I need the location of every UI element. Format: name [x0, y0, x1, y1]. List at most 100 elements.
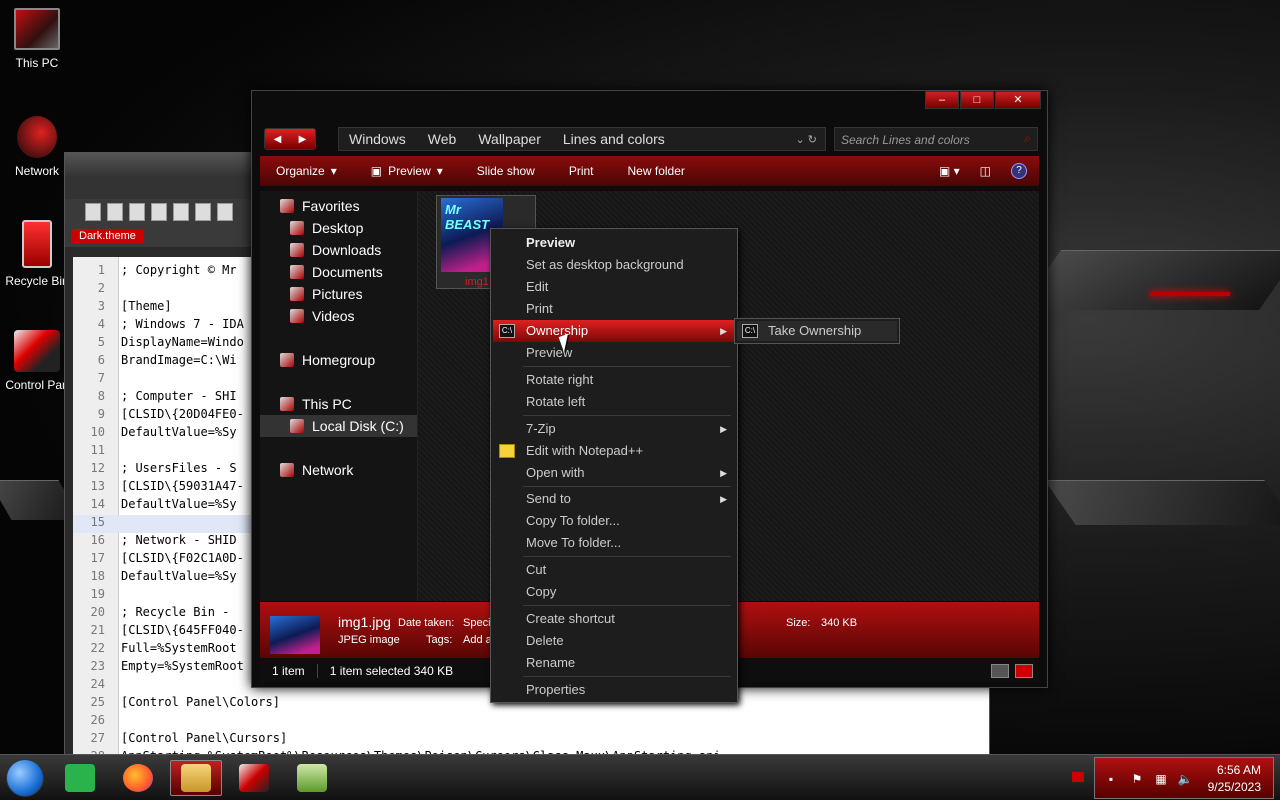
line-number: 2 — [97, 281, 105, 295]
taskbar-control-panel[interactable] — [228, 760, 280, 796]
menu-item-ownership[interactable]: C:\ Ownership ▶ — [493, 320, 735, 342]
desktop-icon-network[interactable]: Network — [0, 116, 74, 178]
line-number: 21 — [90, 623, 105, 637]
view-options-icon[interactable]: ▣ ▾ — [939, 164, 960, 178]
menu-item-copy-to-folder[interactable]: Copy To folder... — [493, 510, 735, 532]
minimize-button[interactable]: ‒ — [925, 91, 959, 109]
forward-arrow-icon[interactable]: ▶ — [299, 134, 307, 145]
taskbar-explorer[interactable] — [170, 760, 222, 796]
menu-item-7zip[interactable]: 7-Zip ▶ — [493, 418, 735, 440]
open-file-icon[interactable] — [107, 203, 123, 221]
folder-icon — [181, 764, 211, 792]
search-icon[interactable]: ⌕ — [1024, 131, 1031, 146]
volume-icon[interactable]: 🔈 — [1177, 772, 1193, 786]
menu-item-set-background[interactable]: Set as desktop background — [493, 254, 735, 276]
menu-item-take-ownership[interactable]: C:\ Take Ownership — [737, 321, 897, 341]
breadcrumb[interactable]: Windows Web Wallpaper Lines and colors ⌄… — [338, 127, 826, 151]
nav-item-desktop[interactable]: Desktop — [260, 217, 417, 239]
start-button[interactable] — [6, 759, 44, 797]
breadcrumb-wallpaper[interactable]: Wallpaper — [478, 131, 541, 147]
organize-button[interactable]: Organize ▾ — [276, 164, 337, 178]
nav-label: Network — [302, 462, 354, 478]
slideshow-button[interactable]: Slide show — [477, 164, 535, 178]
tags-value[interactable]: Add a — [463, 634, 492, 646]
menu-label: Ownership — [526, 323, 589, 338]
line-number: 18 — [90, 569, 105, 583]
nav-item-documents[interactable]: Documents — [260, 261, 417, 283]
line-text: DefaultValue=%Sy — [121, 425, 237, 439]
thumbnail-view-icon[interactable] — [1015, 664, 1033, 678]
menu-item-cut[interactable]: Cut — [493, 559, 735, 581]
nav-item-network[interactable]: Network — [260, 459, 417, 481]
new-folder-button[interactable]: New folder — [628, 164, 685, 178]
tab-label[interactable]: Dark.theme — [71, 229, 144, 243]
breadcrumb-lines-and-colors[interactable]: Lines and colors — [563, 131, 665, 147]
clock[interactable]: 6:56 AM 9/25/2023 — [1208, 762, 1261, 796]
menu-item-edit[interactable]: Edit — [493, 276, 735, 298]
nav-item-pictures[interactable]: Pictures — [260, 283, 417, 305]
menu-item-preview[interactable]: Preview — [493, 342, 735, 364]
breadcrumb-windows[interactable]: Windows — [349, 131, 406, 147]
desktop-icon-label: Network — [14, 164, 59, 178]
nav-item-homegroup[interactable]: Homegroup — [260, 349, 417, 371]
file-label[interactable]: img1 — [465, 276, 489, 288]
back-arrow-icon[interactable]: ◀ — [274, 134, 282, 145]
menu-item-rename[interactable]: Rename — [493, 652, 735, 674]
menu-item-create-shortcut[interactable]: Create shortcut — [493, 608, 735, 630]
taskbar-chat[interactable] — [54, 760, 106, 796]
tray-flag-icon[interactable] — [1072, 772, 1084, 782]
action-center-flag-icon[interactable]: ⚑ — [1129, 772, 1145, 786]
print-icon[interactable] — [217, 203, 233, 221]
desktop-icon-this-pc[interactable]: This PC — [0, 8, 74, 70]
menu-item-copy[interactable]: Copy — [493, 581, 735, 603]
taskbar-firefox[interactable] — [112, 760, 164, 796]
menu-item-print[interactable]: Print — [493, 298, 735, 320]
nav-item-downloads[interactable]: Downloads — [260, 239, 417, 261]
menu-item-open-with[interactable]: Open with ▶ — [493, 462, 735, 484]
nav-buttons[interactable]: ◀ ▶ — [264, 128, 316, 150]
menu-item-delete[interactable]: Delete — [493, 630, 735, 652]
menu-item-send-to[interactable]: Send to ▶ — [493, 488, 735, 510]
preview-button[interactable]: ▣ Preview ▾ — [371, 164, 443, 178]
navigation-pane: Favorites Desktop Downloads Documents Pi… — [260, 191, 418, 601]
code-line[interactable]: 26 — [73, 713, 989, 731]
menu-item-preview-default[interactable]: Preview — [493, 232, 735, 254]
nav-item-this-pc[interactable]: This PC — [260, 393, 417, 415]
preview-label: Preview — [388, 164, 431, 178]
wallpaper-shard — [1044, 480, 1280, 525]
nav-item-favorites[interactable]: Favorites — [260, 195, 417, 217]
date-taken-value[interactable]: Speci — [463, 617, 491, 629]
search-input[interactable]: Search Lines and colors ⌕ — [834, 127, 1038, 151]
tray-app-icon[interactable]: ▪ — [1103, 772, 1119, 786]
desktop-icon-control-panel[interactable]: Control Pan — [0, 330, 74, 392]
dropdown-arrow-icon: ▾ — [436, 164, 443, 178]
new-file-icon[interactable] — [85, 203, 101, 221]
code-line[interactable]: 27 [Control Panel\Cursors] — [73, 731, 989, 749]
print-button[interactable]: Print — [569, 164, 594, 178]
network-status-icon[interactable]: ▦ — [1153, 772, 1169, 786]
menu-item-rotate-left[interactable]: Rotate left — [493, 391, 735, 413]
help-icon[interactable]: ? — [1011, 163, 1027, 179]
menu-item-move-to-folder[interactable]: Move To folder... — [493, 532, 735, 554]
breadcrumb-web[interactable]: Web — [428, 131, 457, 147]
nav-item-videos[interactable]: Videos — [260, 305, 417, 327]
preview-pane-icon[interactable]: ◫ — [980, 164, 991, 178]
taskbar-notepadpp[interactable] — [286, 760, 338, 796]
menu-item-rotate-right[interactable]: Rotate right — [493, 369, 735, 391]
close-all-icon[interactable] — [195, 203, 211, 221]
maximize-button[interactable]: □ — [960, 91, 994, 109]
command-prompt-icon: C:\ — [499, 324, 515, 338]
desktop-icon-recycle-bin[interactable]: Recycle Bin — [0, 220, 74, 288]
menu-item-properties[interactable]: Properties — [493, 679, 735, 701]
close-button[interactable]: ✕ — [995, 91, 1041, 109]
details-view-icon[interactable] — [991, 664, 1009, 678]
chevron-down-icon[interactable]: ⌄ ↻ — [796, 133, 818, 146]
line-number: 3 — [97, 299, 105, 313]
line-number: 7 — [97, 371, 105, 385]
nav-item-local-disk[interactable]: Local Disk (C:) — [260, 415, 417, 437]
menu-item-edit-notepadpp[interactable]: Edit with Notepad++ — [493, 440, 735, 462]
save-all-icon[interactable] — [151, 203, 167, 221]
save-icon[interactable] — [129, 203, 145, 221]
system-tray: ▪ ⚑ ▦ 🔈 6:56 AM 9/25/2023 — [1094, 757, 1274, 799]
close-file-icon[interactable] — [173, 203, 189, 221]
